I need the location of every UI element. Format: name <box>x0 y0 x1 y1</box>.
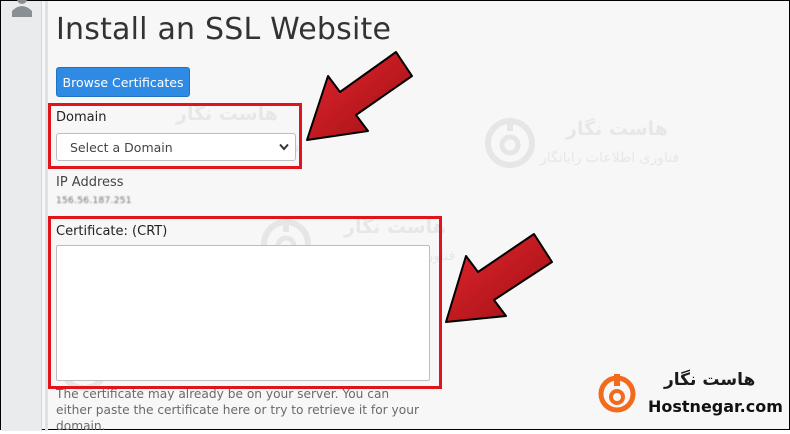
pointer-arrow-icon <box>306 51 553 323</box>
hostnegar-logo-icon <box>598 374 636 413</box>
brand-title: هاست نگار <box>664 370 756 390</box>
brand-site-url: Hostnegar.com <box>648 397 783 416</box>
